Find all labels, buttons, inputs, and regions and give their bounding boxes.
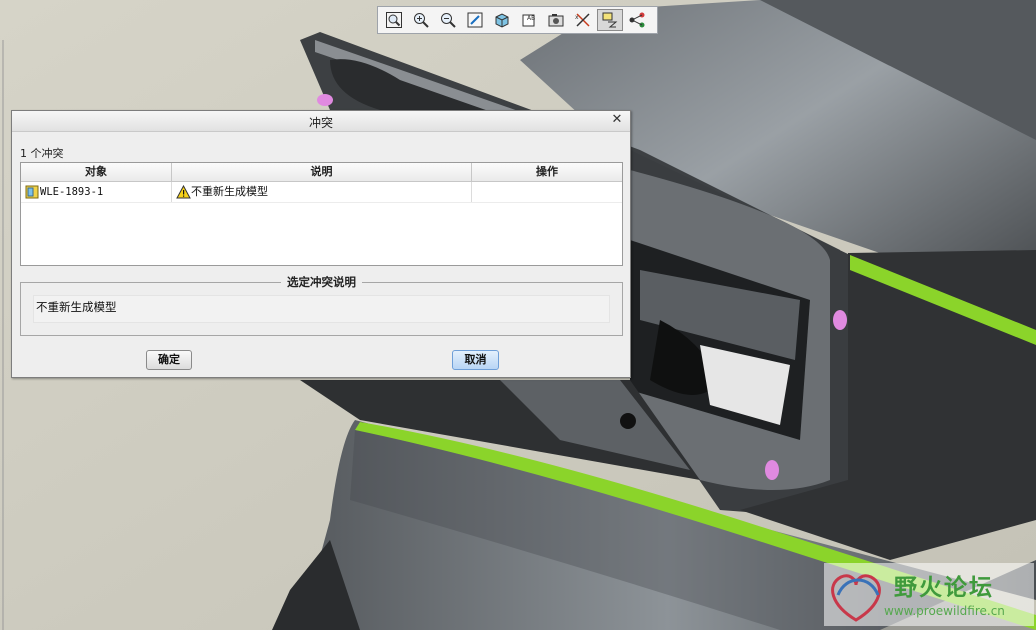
- conflict-count: 1 个冲突: [20, 147, 64, 160]
- object-name: WLE-1893-1: [40, 186, 104, 198]
- conflicts-dialog: 冲突 ✕ 1 个冲突 对象 说明 操作 WLE-1893-1 不重新生成模型 选…: [11, 110, 631, 378]
- zoom-out-icon[interactable]: [435, 9, 461, 31]
- selected-conflict-description-group: 选定冲突说明 不重新生成模型: [20, 275, 623, 336]
- saved-views-icon[interactable]: AB: [516, 9, 542, 31]
- part-icon: [25, 185, 39, 199]
- selected-description-label: 选定冲突说明: [281, 275, 362, 289]
- table-row[interactable]: WLE-1893-1 不重新生成模型: [21, 182, 622, 203]
- refit-icon[interactable]: [381, 9, 407, 31]
- table-header: 对象 说明 操作: [21, 163, 622, 182]
- column-header-object[interactable]: 对象: [21, 163, 172, 181]
- zoom-in-icon[interactable]: [408, 9, 434, 31]
- dialog-titlebar[interactable]: 冲突 ✕: [12, 111, 630, 132]
- column-header-action[interactable]: 操作: [472, 163, 622, 181]
- column-header-description[interactable]: 说明: [172, 163, 472, 181]
- view-manager-icon[interactable]: [543, 9, 569, 31]
- close-button[interactable]: ✕: [610, 112, 624, 128]
- annotation-display-icon[interactable]: [597, 9, 623, 31]
- svg-text:x: x: [575, 14, 579, 21]
- conflict-table: 对象 说明 操作 WLE-1893-1 不重新生成模型: [20, 162, 623, 266]
- selected-description-text: 不重新生成模型: [36, 300, 117, 314]
- action-cell[interactable]: [472, 182, 622, 202]
- dialog-title: 冲突: [308, 116, 333, 130]
- selected-description-box: 不重新生成模型: [33, 295, 610, 323]
- cancel-button[interactable]: 取消: [452, 350, 499, 370]
- description-text: 不重新生成模型: [191, 185, 268, 198]
- watermark-logo: [831, 574, 881, 622]
- spin-center-icon[interactable]: [624, 9, 650, 31]
- watermark-title: 野火论坛: [894, 575, 994, 601]
- forum-watermark: 野火论坛 www.proewildfire.cn: [824, 563, 1034, 626]
- datum-display-icon[interactable]: x: [570, 9, 596, 31]
- warning-icon: [176, 184, 191, 199]
- svg-text:AB: AB: [527, 15, 535, 22]
- object-cell[interactable]: WLE-1893-1: [21, 182, 172, 202]
- view-toolbar: AB x: [377, 6, 658, 34]
- display-style-icon[interactable]: [489, 9, 515, 31]
- watermark-url: www.proewildfire.cn: [884, 604, 1005, 618]
- repaint-icon[interactable]: [462, 9, 488, 31]
- ok-button[interactable]: 确定: [146, 350, 192, 370]
- description-cell[interactable]: 不重新生成模型: [172, 182, 472, 202]
